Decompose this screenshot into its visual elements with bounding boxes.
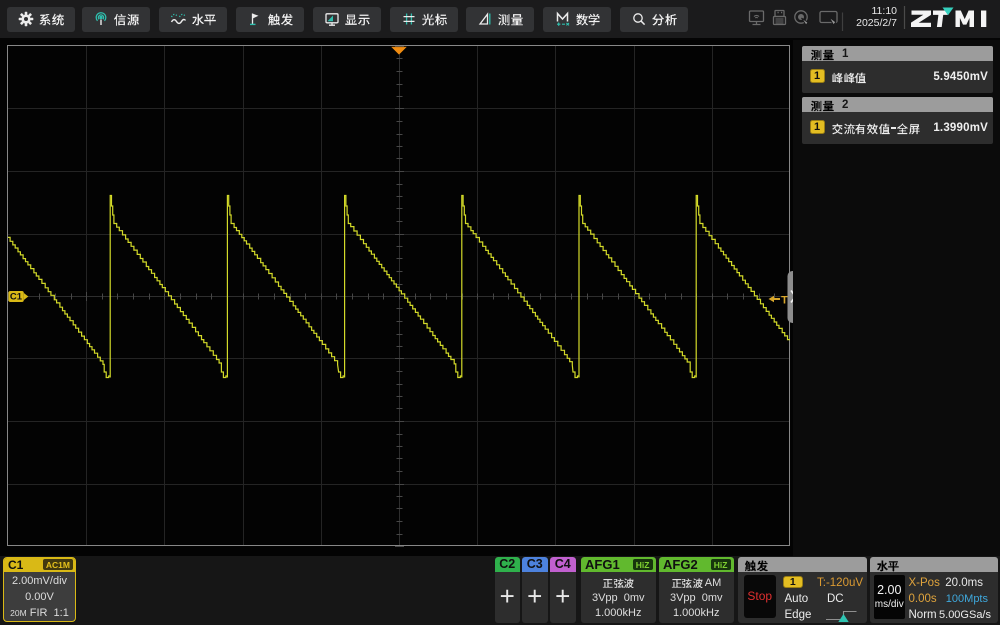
svg-text:C1: C1 (10, 292, 23, 303)
svg-text:T: T (781, 295, 788, 307)
